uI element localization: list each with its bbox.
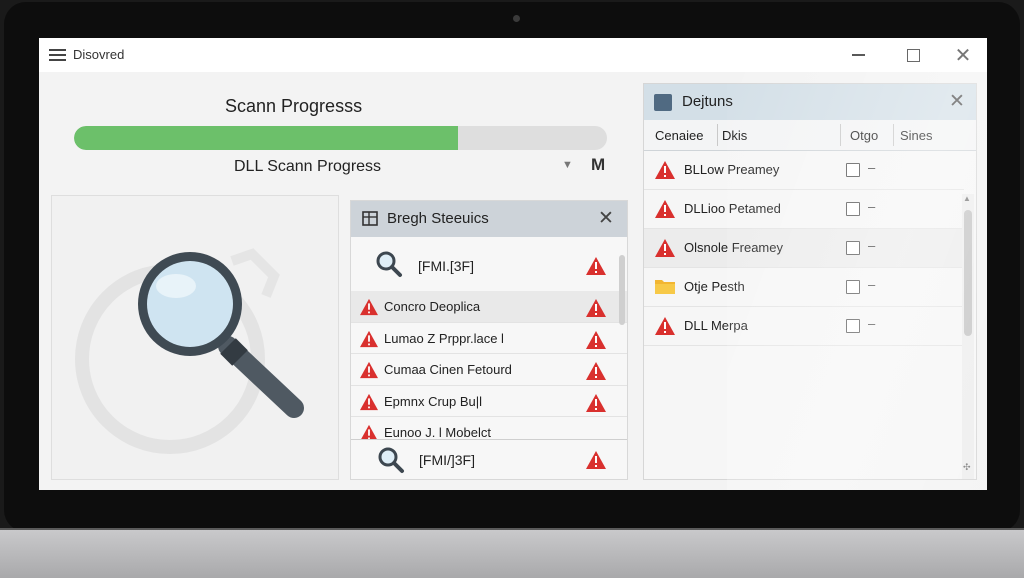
close-panel-icon[interactable]: ✕ [598,207,614,230]
illustration-panel [51,195,339,480]
panel-title: Bregh Steeuics [387,210,489,227]
list-item[interactable]: Concro Deoplica [351,291,627,323]
warning-icon [586,393,606,412]
row-checkbox[interactable] [846,280,860,294]
row-dash: – [868,199,876,214]
maximize-button[interactable] [900,42,926,68]
search-row[interactable]: [FMI.[3F] [351,237,627,291]
row-checkbox[interactable] [846,241,860,255]
webcam [513,15,520,22]
table-row[interactable]: DLL Merpa – [644,307,964,346]
list-item-label: Cumaa Cinen Fetourd [384,362,512,377]
m-icon[interactable]: M [591,155,605,175]
column-divider [840,124,841,146]
maximize-icon [906,48,920,62]
table-row[interactable]: DLLioo Petamed – [644,190,964,229]
row-checkbox[interactable] [846,163,860,177]
warning-icon [586,299,606,317]
warning-icon [655,239,675,257]
magnifier-illustration [75,248,304,454]
scrollbar-thumb[interactable] [964,210,972,336]
search-icon [376,251,402,277]
row-checkbox[interactable] [846,202,860,216]
list-item-label: Epmnx Crup Bu|l [384,393,483,409]
warning-icon [586,451,606,469]
row-label: Otje Pesth [684,279,745,294]
warning-icon [586,330,606,349]
details-title: Dejtuns [682,93,733,110]
scroll-up-icon[interactable]: ▲ [963,194,971,203]
footer-text: [FMI/]3F] [419,452,475,468]
grid-icon [362,211,378,226]
list-item[interactable]: Epmnx Crup Bu|l [351,386,627,417]
row-dash: – [868,238,876,253]
row-checkbox[interactable] [846,319,860,333]
search-icon [378,447,404,473]
table-row[interactable]: BLLow Preamey – [644,151,964,190]
warning-icon [655,317,675,335]
row-dash: – [868,277,876,292]
title-bar: Disovred ✕ [39,38,987,72]
list-item-label: Lumao Z Prppr.lace l [384,330,504,346]
row-label: BLLow Preamey [684,162,780,177]
list-item-label: Eunoo J. l Mobelct [384,425,491,440]
close-details-icon[interactable]: ✕ [949,90,965,113]
details-list: BLLow Preamey – DLLioo Petamed – Olsnole… [644,151,964,346]
warning-icon [655,200,675,218]
details-header: Dejtuns ✕ [644,84,976,120]
minimize-button[interactable] [845,42,871,68]
column-headers: Cenaiee Dkis Otgo Sines [644,120,976,151]
row-label: DLL Merpa [684,318,748,333]
column-header-3[interactable]: Otgo [850,128,878,143]
window-title: Disovred [73,47,125,62]
row-dash: – [868,316,876,331]
progress-heading: Scann Progresss [225,96,363,116]
column-header-4[interactable]: Sines [900,128,933,143]
column-divider [717,124,718,146]
minimize-icon [851,54,865,56]
warning-icon [360,298,378,316]
chart-icon [654,94,672,111]
warning-icon [586,362,606,380]
row-label: DLLioo Petamed [684,201,781,216]
panel-header: Bregh Steeuics ✕ [351,201,627,237]
progress-bar [74,126,607,150]
warning-icon [360,393,378,410]
progress-label: DLL Scann Progress [234,158,382,175]
scan-results-list: [FMI.[3F] Concro Deoplica Lumao Z Prppr.… [351,237,627,449]
column-header-2[interactable]: Dkis [722,128,747,143]
warning-icon [360,330,378,347]
dropdown-arrow-icon[interactable]: ▼ [562,159,573,171]
progress-fill [74,126,458,150]
scroll-down-icon[interactable]: ✣ [963,462,971,473]
warning-icon [655,161,675,179]
list-item[interactable]: Cumaa Cinen Fetourd [351,354,627,386]
close-button[interactable]: ✕ [950,42,976,68]
column-divider [893,124,894,146]
folder-icon [655,280,675,294]
details-panel: Dejtuns ✕ Cenaiee Dkis Otgo Sines BLLow … [643,83,977,480]
table-row[interactable]: Otje Pesth – [644,268,964,307]
column-header-1[interactable]: Cenaiee [655,128,703,143]
warning-icon [360,361,378,379]
row-dash: – [868,160,876,175]
table-row[interactable]: Olsnole Freamey – [644,229,964,268]
scan-results-panel: Bregh Steeuics ✕ [FMI.[3F] Concro Deopli… [350,200,628,480]
panel-footer[interactable]: [FMI/]3F] [351,439,627,479]
search-row-text: [FMI.[3F] [418,258,474,274]
list-item[interactable]: Lumao Z Prppr.lace l [351,323,627,354]
monitor-chin [0,528,1024,578]
screen: Disovred ✕ Scann Progresss DLL Scann Pro… [39,38,987,490]
row-label: Olsnole Freamey [684,240,783,255]
warning-icon [586,257,606,275]
list-item-label: Concro Deoplica [384,299,481,314]
scrollbar[interactable] [619,255,625,325]
hamburger-menu-icon[interactable] [49,49,66,61]
